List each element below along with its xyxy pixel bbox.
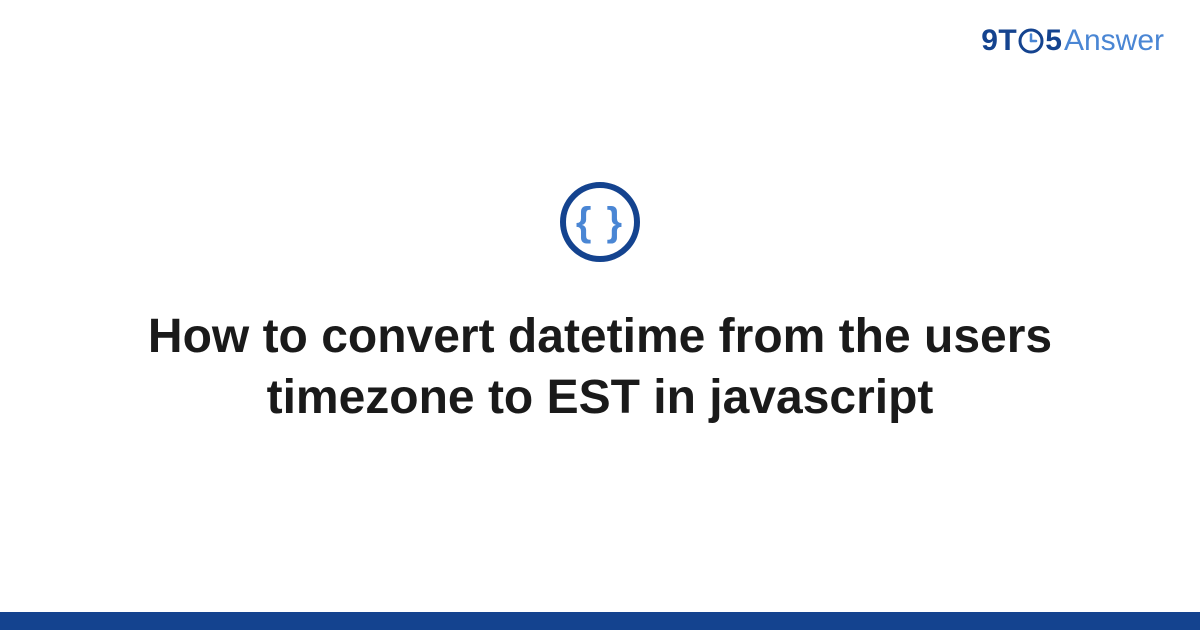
page-title: How to convert datetime from the users t… [90, 306, 1110, 429]
topic-icon: { } [560, 182, 640, 262]
curly-braces-icon: { } [576, 202, 624, 242]
footer-bar [0, 612, 1200, 630]
main-content: { } How to convert datetime from the use… [0, 0, 1200, 610]
